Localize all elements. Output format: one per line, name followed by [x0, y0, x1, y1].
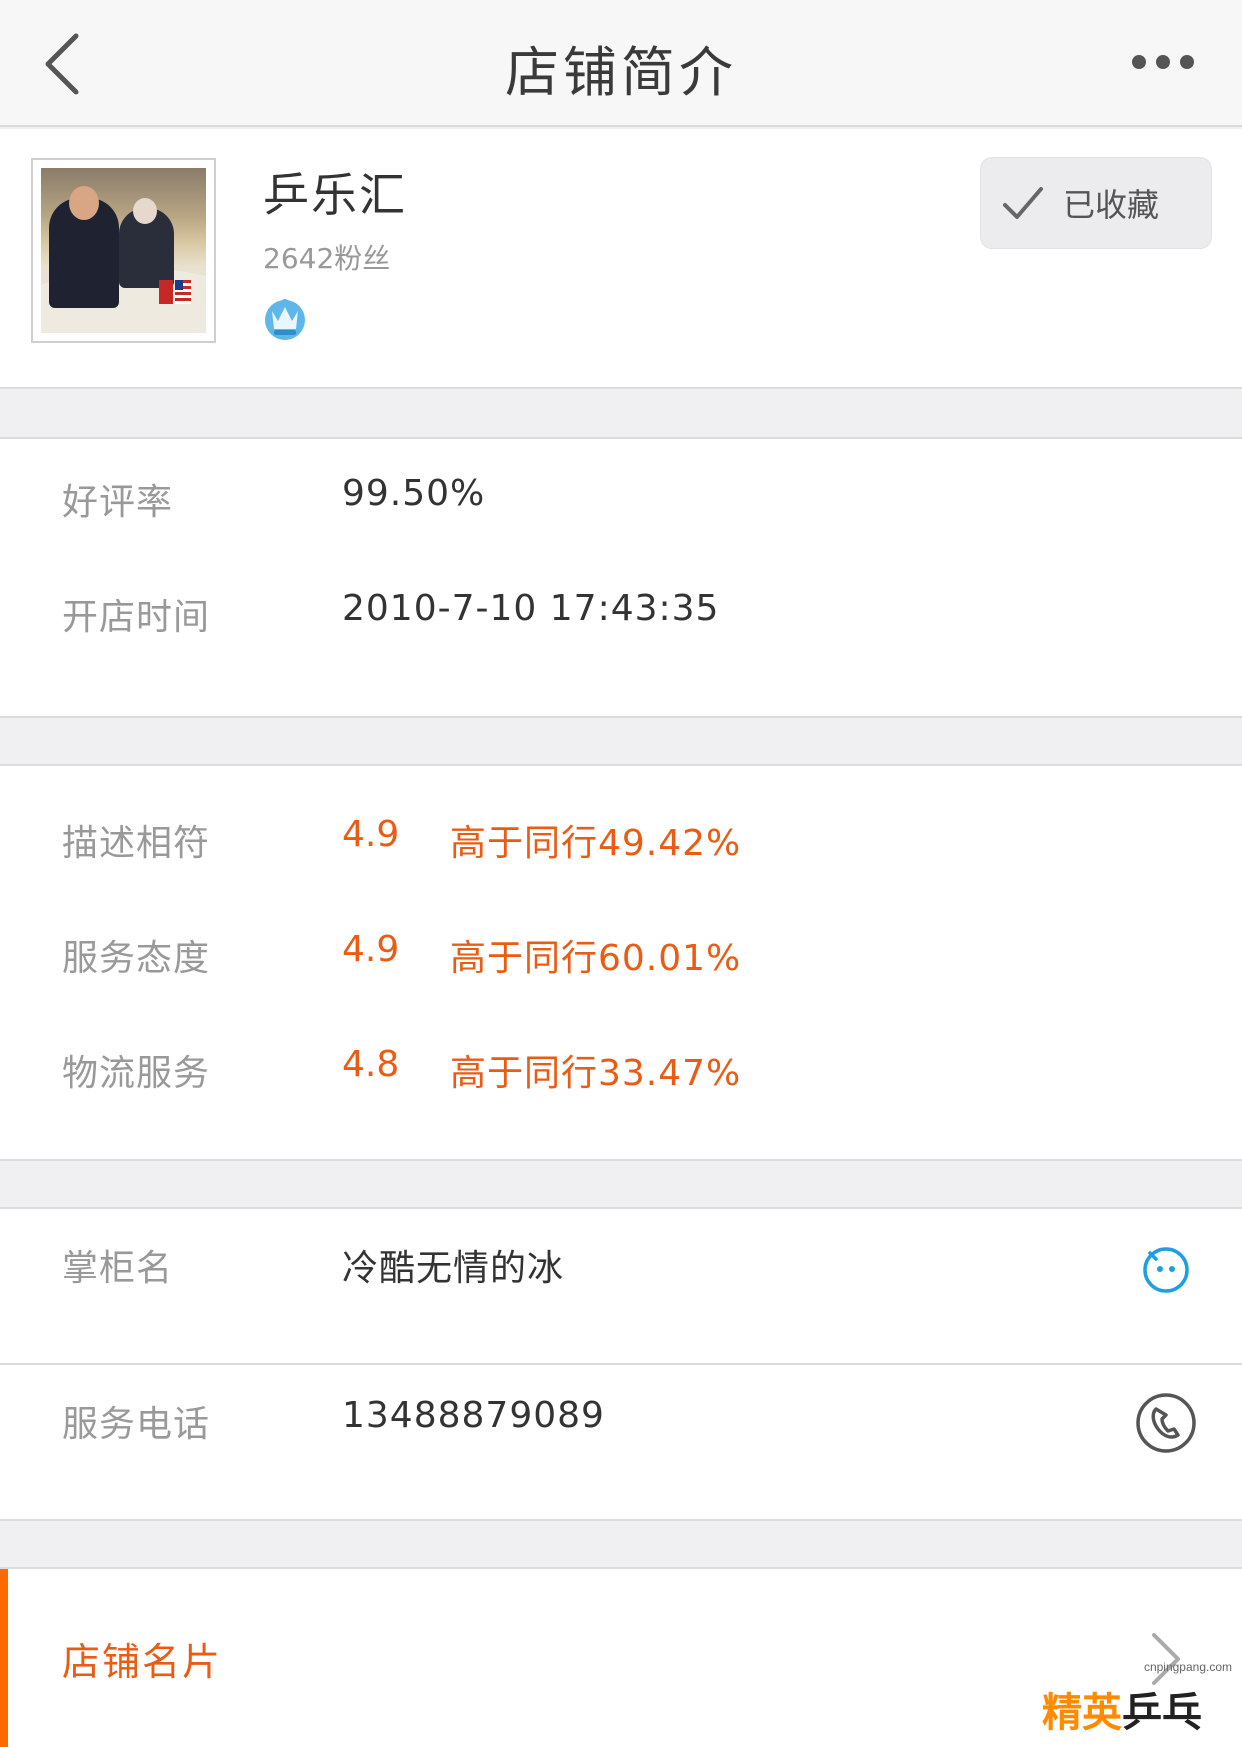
good-rate-label: 好评率: [62, 482, 174, 523]
row-divider: [0, 1363, 1242, 1365]
more-button[interactable]: [1118, 40, 1208, 84]
chat-icon[interactable]: [1140, 1243, 1192, 1295]
open-time-row: 开店时间 2010-7-10 17:43:35: [0, 588, 1242, 688]
check-icon: [1003, 187, 1043, 219]
shop-header: 乒乐汇 2642粉丝 已收藏: [0, 129, 1242, 389]
shop-stats-section: 好评率 99.50% 开店时间 2010-7-10 17:43:35: [0, 437, 1242, 718]
owner-name: 冷酷无情的冰: [342, 1248, 565, 1289]
watermark-logo: cnpingpang.com 精英乒乓网: [1042, 1660, 1232, 1744]
rating-label: 描述相符: [62, 823, 211, 864]
watermark-text: 精英乒乓网: [1042, 1690, 1202, 1736]
open-time-label: 开店时间: [62, 597, 211, 638]
phone-number: 13488879089: [342, 1395, 605, 1436]
rating-score: 4.9: [342, 929, 400, 970]
phone-icon[interactable]: [1134, 1391, 1198, 1455]
rating-score: 4.9: [342, 814, 400, 855]
rating-row: 服务态度 4.9 高于同行60.01%: [0, 929, 1242, 1029]
good-rate-value: 99.50%: [342, 473, 486, 514]
rating-compare: 高于同行60.01%: [450, 938, 742, 979]
shop-fans-count: 2642粉丝: [263, 242, 391, 275]
contact-section: 掌柜名 冷酷无情的冰 服务电话 13488879089: [0, 1207, 1242, 1521]
rating-score: 4.8: [342, 1044, 400, 1085]
phone-row[interactable]: 服务电话 13488879089: [0, 1393, 1242, 1495]
good-rate-row: 好评率 99.50%: [0, 473, 1242, 573]
phone-label: 服务电话: [62, 1404, 211, 1445]
more-dots-icon: [1132, 55, 1146, 69]
shop-avatar[interactable]: [31, 158, 216, 343]
rating-compare: 高于同行33.47%: [450, 1053, 742, 1094]
nav-bar: 店铺简介: [0, 0, 1242, 127]
page-title: 店铺简介: [505, 41, 737, 104]
shop-name: 乒乐汇: [263, 168, 407, 222]
ratings-section: 描述相符 4.9 高于同行49.42% 服务态度 4.9 高于同行60.01% …: [0, 764, 1242, 1161]
rating-row: 物流服务 4.8 高于同行33.47%: [0, 1044, 1242, 1144]
rating-row: 描述相符 4.9 高于同行49.42%: [0, 814, 1242, 914]
crown-icon: [265, 299, 305, 340]
shop-card-label: 店铺名片: [62, 1640, 223, 1684]
rating-compare: 高于同行49.42%: [450, 823, 742, 864]
favorite-label: 已收藏: [1063, 186, 1160, 224]
rating-label: 物流服务: [62, 1053, 211, 1094]
card-accent-bar: [0, 1569, 8, 1747]
open-time-value: 2010-7-10 17:43:35: [342, 588, 720, 629]
owner-row[interactable]: 掌柜名 冷酷无情的冰: [0, 1239, 1242, 1339]
watermark-url: cnpingpang.com: [1143, 1660, 1232, 1674]
owner-label: 掌柜名: [62, 1248, 174, 1289]
favorite-button[interactable]: 已收藏: [980, 157, 1212, 249]
rating-label: 服务态度: [62, 938, 211, 979]
shop-avatar-image: [41, 168, 206, 333]
